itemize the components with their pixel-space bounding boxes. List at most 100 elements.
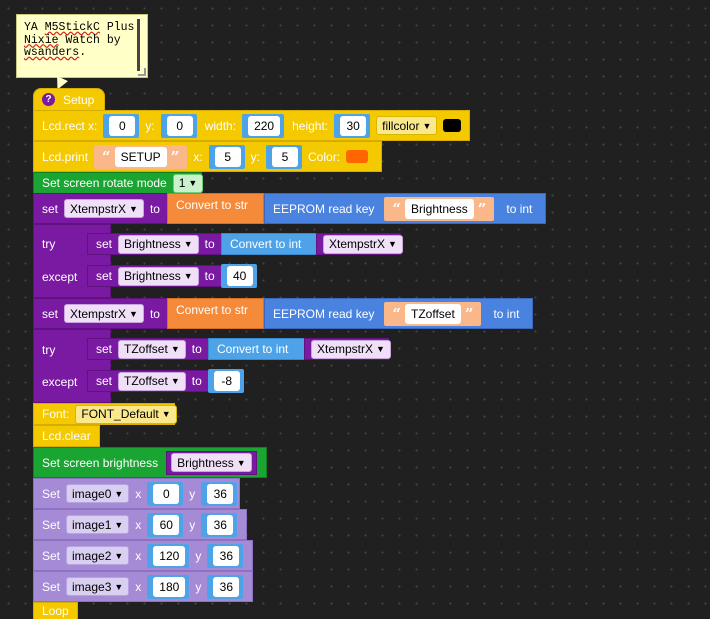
chevron-down-icon: ▼ (188, 178, 198, 188)
lcd-print-block[interactable]: Lcd.print “ SETUP ” x: 5 y: 5 Color: (33, 141, 382, 172)
variable-dropdown[interactable]: XtempstrX ▼ (64, 304, 144, 323)
set-tzoffset-default-block[interactable]: set TZoffset ▼ to -8 (87, 369, 244, 393)
loop-label: Loop (42, 604, 69, 618)
setup-block[interactable]: ? Setup (33, 88, 105, 111)
fill-mode-dropdown[interactable]: fillcolor ▼ (376, 116, 438, 135)
image-dropdown[interactable]: image3 ▼ (66, 577, 130, 596)
get-variable-block-1[interactable]: XtempstrX ▼ (316, 233, 403, 255)
rect-height-label: height: (292, 118, 329, 133)
rect-y-input[interactable]: 0 (166, 115, 193, 136)
get-brightness-block[interactable]: Brightness ▼ (166, 450, 257, 475)
except-label: except (42, 375, 78, 389)
variable-dropdown[interactable]: TZoffset ▼ (118, 371, 186, 391)
print-color-swatch[interactable] (346, 150, 369, 163)
image-dropdown[interactable]: image0 ▼ (66, 484, 130, 503)
comment-note[interactable]: YA M5StickC Plus Nixie Watch by wsanders… (16, 14, 148, 78)
print-text-block[interactable]: “ SETUP ” (94, 144, 188, 169)
to-label: to (149, 201, 160, 216)
eeprom-key-block[interactable]: “ Brightness ” (384, 196, 495, 221)
variable-dropdown[interactable]: TZoffset ▼ (118, 339, 186, 359)
set-label: Set (42, 548, 61, 563)
print-x-input[interactable]: 5 (214, 146, 241, 167)
image-y-input[interactable]: 36 (213, 545, 240, 566)
screen-brightness-block[interactable]: Set screen brightness Brightness ▼ (33, 447, 267, 478)
lcd-rect-block[interactable]: Lcd.rect x: 0 y: 0 width: 220 height: 30… (33, 110, 470, 141)
rect-color-swatch[interactable] (443, 119, 461, 132)
chevron-down-icon: ▼ (236, 457, 246, 468)
variable-dropdown[interactable]: Brightness ▼ (118, 266, 199, 286)
chevron-down-icon: ▼ (114, 488, 124, 499)
chevron-down-icon: ▼ (183, 239, 193, 249)
open-quote-icon: “ (392, 199, 402, 218)
rotate-mode-block[interactable]: Set screen rotate mode 1 ▼ (33, 172, 204, 194)
x-label: x (135, 486, 142, 501)
tzoffset-default-input[interactable]: -8 (213, 371, 240, 391)
variable-dropdown[interactable]: XtempstrX ▼ (64, 199, 144, 218)
set-label: set (96, 374, 113, 388)
font-block[interactable]: Font: FONT_Default ▼ (33, 403, 177, 425)
comment-resize-handle[interactable] (138, 68, 146, 76)
image-y-input[interactable]: 36 (213, 576, 240, 597)
image-dropdown[interactable]: image1 ▼ (66, 515, 130, 534)
close-quote-icon: ” (464, 304, 474, 323)
open-quote-icon: “ (102, 147, 111, 166)
set-image-block-0[interactable]: Set image0 ▼ x 0 y 36 (33, 478, 240, 509)
set-image-block-3[interactable]: Set image3 ▼ x 180 y 36 (33, 571, 253, 602)
loop-block[interactable]: Loop (33, 602, 78, 619)
chevron-down-icon: ▼ (170, 376, 180, 386)
except-label: except (42, 270, 78, 284)
eeprom-read-block-2[interactable]: EEPROM read key “ TZoffset ” to int (264, 298, 533, 329)
convert-to-str-block-1[interactable]: Convert to str (167, 193, 264, 224)
image-x-input[interactable]: 180 (153, 576, 186, 597)
image-x-input[interactable]: 60 (153, 514, 180, 535)
chevron-down-icon: ▼ (388, 239, 397, 249)
image-x-input[interactable]: 120 (153, 545, 186, 566)
to-label: to (191, 342, 202, 356)
variable-dropdown[interactable]: Brightness ▼ (118, 234, 199, 254)
variable-dropdown[interactable]: XtempstrX ▼ (323, 234, 403, 254)
eeprom-read-block-1[interactable]: EEPROM read key “ Brightness ” to int (264, 193, 546, 224)
print-text-input[interactable]: SETUP (114, 146, 167, 167)
chevron-down-icon: ▼ (183, 271, 193, 281)
set-brightness-default-block[interactable]: set Brightness ▼ to 40 (87, 264, 257, 288)
lcd-print-label: Lcd.print (42, 149, 89, 164)
image-dropdown[interactable]: image2 ▼ (66, 546, 130, 565)
comment-scrollbar[interactable] (137, 19, 140, 71)
variable-dropdown[interactable]: XtempstrX ▼ (311, 339, 391, 359)
set-label: set (96, 237, 113, 251)
set-image-block-1[interactable]: Set image1 ▼ x 60 y 36 (33, 509, 247, 540)
eeprom-key-block[interactable]: “ TZoffset ” (384, 301, 482, 326)
convert-to-str-block-2[interactable]: Convert to str (167, 298, 264, 329)
rect-x-input[interactable]: 0 (109, 115, 136, 136)
chevron-down-icon: ▼ (129, 308, 138, 319)
brightness-default-input[interactable]: 40 (226, 266, 253, 286)
rect-y-label: y: (145, 118, 155, 133)
eeprom-read-label: EEPROM read key (273, 201, 375, 216)
font-dropdown[interactable]: FONT_Default ▼ (75, 404, 177, 424)
set-label: set (96, 269, 113, 283)
eeprom-key-input[interactable]: Brightness (405, 198, 474, 219)
eeprom-read-label: EEPROM read key (273, 306, 375, 321)
chevron-down-icon: ▼ (114, 519, 124, 530)
convert-to-int-block-2[interactable]: Convert to int (208, 338, 305, 360)
image-y-input[interactable]: 36 (207, 483, 234, 504)
rect-width-input[interactable]: 220 (248, 115, 281, 136)
get-variable-block-2[interactable]: XtempstrX ▼ (304, 338, 391, 360)
y-label: y (195, 548, 202, 563)
convert-to-int-block-1[interactable]: Convert to int (221, 233, 318, 255)
x-label: x (135, 579, 142, 594)
print-y-input[interactable]: 5 (272, 146, 299, 167)
lcd-clear-block[interactable]: Lcd.clear (33, 425, 100, 447)
eeprom-key-input[interactable]: TZoffset (405, 303, 461, 324)
help-icon[interactable]: ? (42, 93, 55, 106)
set-label: Set (42, 486, 61, 501)
variable-dropdown[interactable]: Brightness ▼ (171, 453, 252, 472)
set-image-block-2[interactable]: Set image2 ▼ x 120 y 36 (33, 540, 253, 571)
image-x-input[interactable]: 0 (153, 483, 180, 504)
convert-to-int-label: Convert to int (230, 237, 302, 251)
rect-height-input[interactable]: 30 (340, 115, 367, 136)
image-y-input[interactable]: 36 (207, 514, 234, 535)
to-label: to (204, 269, 215, 283)
try-label: try (42, 237, 56, 251)
rotate-mode-dropdown[interactable]: 1 ▼ (172, 173, 204, 193)
